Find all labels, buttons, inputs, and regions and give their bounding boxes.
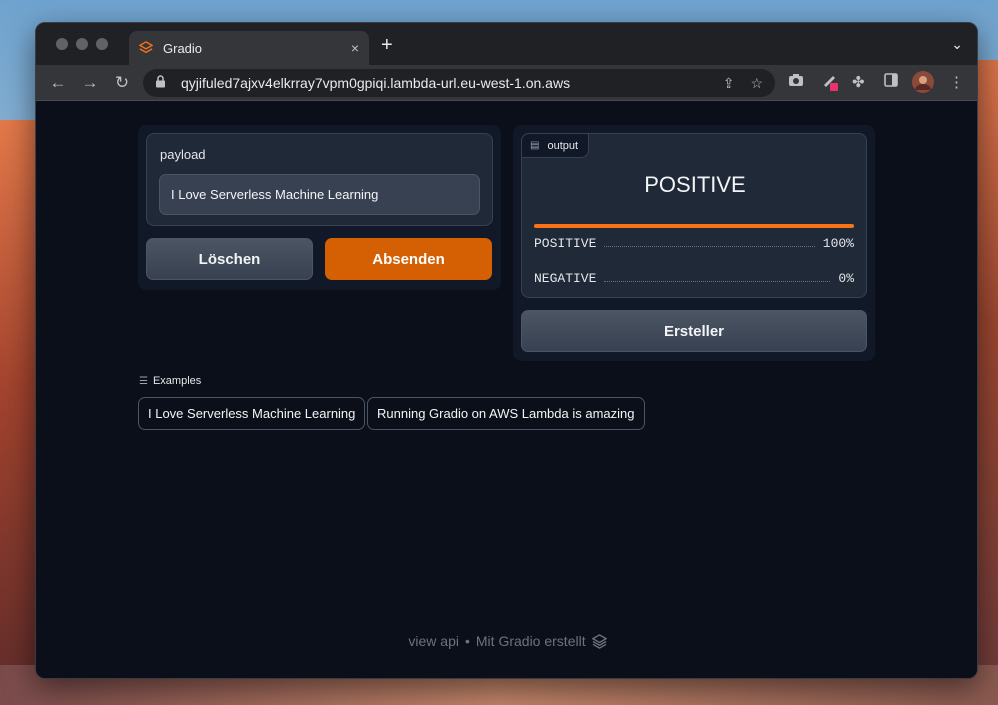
gradio-app: payload Löschen Absenden ▤ output POSITI…: [36, 101, 977, 678]
built-with-gradio-link[interactable]: Mit Gradio erstellt: [476, 633, 586, 649]
clear-button[interactable]: Löschen: [146, 238, 313, 280]
forward-icon[interactable]: →: [74, 73, 106, 93]
view-api-link[interactable]: view api: [408, 633, 459, 649]
url-text: qyjifuled7ajxv4elkrray7vpm0gpiqi.lambda-…: [181, 75, 571, 91]
gradio-favicon-icon: [139, 41, 153, 54]
payload-label: payload: [160, 147, 206, 162]
side-panel-icon[interactable]: [884, 73, 898, 91]
dotted-leader: [604, 281, 831, 282]
predicted-label: POSITIVE: [644, 172, 746, 197]
payload-input[interactable]: [159, 174, 480, 215]
browser-window: Gradio × + ⌄ ← → ↻ qyjifuled7ajxv4elkrra…: [35, 22, 978, 679]
output-block: ▤ output POSITIVE POSITIVE 100% NEGATIVE…: [521, 133, 867, 298]
new-tab-button[interactable]: +: [381, 35, 393, 55]
confidence-row-negative[interactable]: NEGATIVE 0%: [534, 271, 854, 286]
confidence-value: 0%: [838, 271, 854, 286]
maximize-window-button[interactable]: [96, 38, 108, 50]
window-controls: [56, 38, 108, 50]
label-output-icon: ▤: [530, 140, 540, 151]
browser-toolbar: ← → ↻ qyjifuled7ajxv4elkrray7vpm0gpiqi.l…: [36, 65, 977, 101]
output-tag-label: output: [547, 139, 579, 152]
tab-bar: Gradio × + ⌄: [36, 23, 977, 65]
confidence-bar-fill: [534, 224, 854, 228]
output-panel: ▤ output POSITIVE POSITIVE 100% NEGATIVE…: [513, 125, 875, 361]
extensions-puzzle-icon[interactable]: ✤: [852, 73, 865, 91]
camera-extension-icon[interactable]: [788, 73, 804, 91]
dotted-leader: [604, 246, 815, 247]
share-icon[interactable]: ⇪: [723, 75, 735, 92]
profile-avatar[interactable]: [912, 71, 934, 97]
address-bar[interactable]: qyjifuled7ajxv4elkrray7vpm0gpiqi.lambda-…: [143, 69, 775, 97]
payload-block: payload: [146, 133, 493, 226]
reload-icon[interactable]: ↻: [106, 73, 138, 93]
browser-tab[interactable]: Gradio ×: [129, 31, 369, 65]
example-item[interactable]: Running Gradio on AWS Lambda is amazing: [367, 397, 645, 430]
footer-separator: •: [464, 633, 470, 649]
tab-search-icon[interactable]: ⌄: [951, 36, 963, 53]
pen-extension-icon[interactable]: [822, 73, 838, 95]
back-icon[interactable]: ←: [42, 73, 74, 93]
list-icon: ☰: [139, 375, 148, 387]
tab-close-icon[interactable]: ×: [351, 40, 359, 56]
bookmark-star-icon[interactable]: ☆: [750, 75, 763, 92]
tab-title: Gradio: [163, 40, 203, 56]
confidence-row-positive[interactable]: POSITIVE 100%: [534, 236, 854, 251]
examples-heading: ☰ Examples: [139, 375, 201, 387]
confidence-label: POSITIVE: [534, 236, 597, 251]
examples-heading-label: Examples: [152, 375, 202, 387]
confidence-value: 100%: [822, 236, 854, 251]
confidence-label: NEGATIVE: [534, 271, 597, 286]
footer: view api • Mit Gradio erstellt: [36, 633, 977, 649]
flag-button[interactable]: Ersteller: [521, 310, 867, 352]
close-window-button[interactable]: [56, 38, 68, 50]
confidence-bar: [534, 224, 854, 228]
gradio-logo-icon: [591, 633, 607, 649]
output-tag: ▤ output: [521, 133, 590, 158]
input-panel: payload Löschen Absenden: [138, 125, 501, 290]
lock-icon: [155, 75, 169, 91]
browser-menu-icon[interactable]: ⋮: [949, 73, 964, 91]
example-item[interactable]: I Love Serverless Machine Learning: [138, 397, 366, 430]
submit-button[interactable]: Absenden: [325, 238, 492, 280]
minimize-window-button[interactable]: [76, 38, 88, 50]
